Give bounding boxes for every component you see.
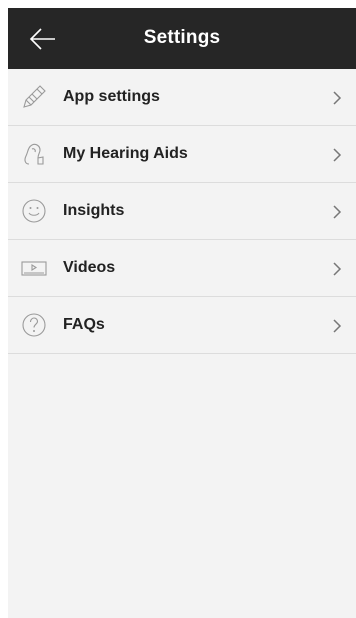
chevron-right-icon <box>332 318 342 334</box>
menu-item-insights[interactable]: Insights <box>8 183 356 240</box>
settings-screen: Settings App settings My Hearing Aids In… <box>8 8 356 618</box>
app-header: Settings <box>8 8 356 69</box>
chevron-right-icon <box>332 204 342 220</box>
chevron-right-icon <box>332 261 342 277</box>
page-title: Settings <box>143 27 221 48</box>
menu-item-label: FAQs <box>63 316 105 333</box>
chevron-right-icon <box>332 90 342 106</box>
menu-item-label: App settings <box>63 88 160 105</box>
menu-item-videos[interactable]: Videos <box>8 240 356 297</box>
menu-item-label: Insights <box>63 202 125 219</box>
video-icon <box>20 254 48 282</box>
menu-item-label: My Hearing Aids <box>63 145 188 162</box>
pencil-icon <box>20 83 48 111</box>
menu-item-my-hearing-aids[interactable]: My Hearing Aids <box>8 126 356 183</box>
question-icon <box>20 311 48 339</box>
chevron-right-icon <box>332 147 342 163</box>
menu-item-label: Videos <box>63 259 116 276</box>
menu-item-faqs[interactable]: FAQs <box>8 297 356 354</box>
menu-item-app-settings[interactable]: App settings <box>8 69 356 126</box>
settings-menu: App settings My Hearing Aids Insights Vi… <box>8 69 356 354</box>
smiley-icon <box>20 197 48 225</box>
hearing-aid-icon <box>20 140 48 168</box>
